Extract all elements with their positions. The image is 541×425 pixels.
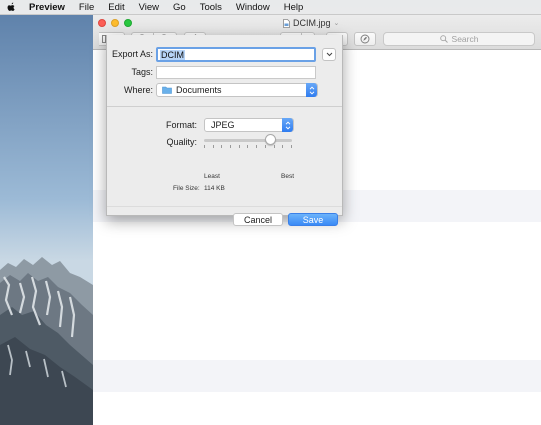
where-popup-button[interactable]: Documents — [156, 83, 318, 97]
menu-file[interactable]: File — [72, 0, 101, 15]
popup-arrows-icon — [282, 118, 293, 132]
expand-sheet-button[interactable] — [322, 48, 336, 61]
tags-field[interactable] — [156, 66, 316, 79]
quality-max-label: Best — [281, 173, 295, 180]
sheet-footer-divider — [107, 206, 342, 207]
quality-slider-track — [204, 139, 292, 142]
export-as-label: Export As: — [111, 49, 153, 59]
menu-window[interactable]: Window — [229, 0, 277, 15]
search-placeholder: Search — [451, 34, 479, 44]
window-title-text: DCIM.jpg — [293, 18, 331, 28]
document-band — [93, 360, 541, 392]
menu-tools[interactable]: Tools — [193, 0, 229, 15]
tags-label: Tags: — [131, 67, 153, 77]
menu-edit[interactable]: Edit — [101, 0, 131, 15]
jpeg-document-icon — [283, 18, 290, 28]
export-sheet: Export As: DCIM Tags: Where: Documents F… — [106, 35, 343, 226]
save-button[interactable]: Save — [288, 213, 338, 226]
chevron-down-icon — [326, 52, 332, 57]
minimize-window-button[interactable] — [111, 19, 119, 27]
quality-slider[interactable] — [204, 132, 294, 150]
menu-go[interactable]: Go — [166, 0, 193, 15]
export-as-field[interactable]: DCIM — [156, 47, 316, 62]
menu-view[interactable]: View — [132, 0, 166, 15]
quality-min-label: Least — [204, 173, 220, 180]
apple-logo-icon[interactable] — [0, 2, 22, 12]
document-title[interactable]: DCIM.jpg ⌄ — [283, 17, 339, 29]
format-popup-button[interactable]: JPEG — [204, 118, 294, 132]
menu-app-preview[interactable]: Preview — [22, 0, 72, 15]
popup-arrows-icon — [306, 83, 317, 97]
folder-icon — [162, 86, 172, 94]
search-icon — [439, 35, 448, 43]
file-size-label: File Size: — [173, 185, 200, 192]
cancel-button[interactable]: Cancel — [233, 213, 283, 226]
close-window-button[interactable] — [98, 19, 106, 27]
where-label: Where: — [123, 85, 153, 95]
annotate-icon — [360, 34, 370, 44]
search-field[interactable]: Search — [383, 32, 535, 46]
file-size-value: 114 KB — [204, 185, 225, 192]
mountain-wallpaper-image — [0, 15, 93, 425]
where-value: Documents — [176, 85, 222, 95]
zoom-window-button[interactable] — [124, 19, 132, 27]
desktop-wallpaper — [0, 15, 93, 425]
menu-help[interactable]: Help — [277, 0, 311, 15]
format-value: JPEG — [211, 120, 235, 130]
chevron-down-icon[interactable]: ⌄ — [334, 19, 340, 27]
quality-label: Quality: — [166, 137, 197, 147]
annotate-button[interactable] — [354, 32, 376, 46]
menu-bar: Preview File Edit View Go Tools Window H… — [0, 0, 541, 15]
sheet-divider — [107, 106, 342, 107]
format-label: Format: — [165, 120, 197, 130]
quality-slider-thumb[interactable] — [265, 134, 276, 145]
export-as-value: DCIM — [160, 49, 185, 60]
quality-slider-ticks — [204, 145, 292, 149]
